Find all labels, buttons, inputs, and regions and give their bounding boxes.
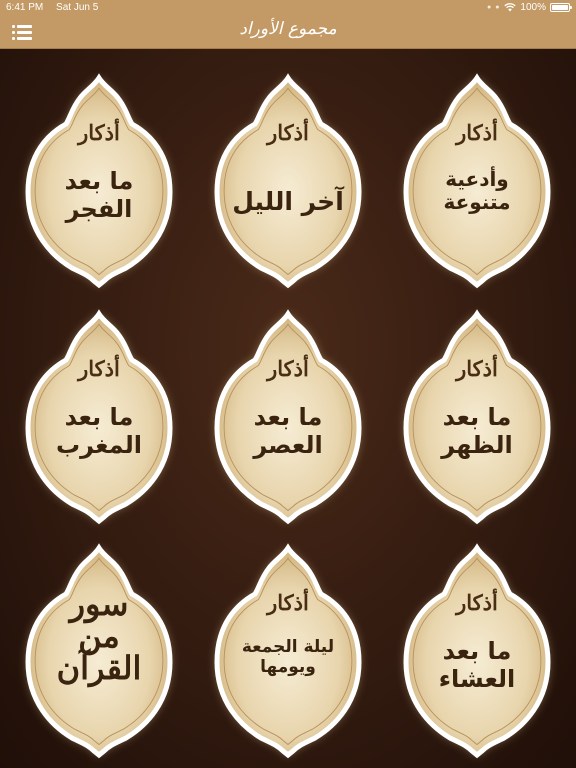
- adhkar-grid: أذكار وأدعية متنوعة أذكار آخر الليل أذكار…: [0, 48, 576, 768]
- card-quran-surahs[interactable]: سور من القرآن: [18, 542, 180, 759]
- signal-dots-icon: ● ●: [487, 4, 501, 11]
- card-header: أذكار: [456, 356, 498, 381]
- card-header: أذكار: [267, 356, 309, 381]
- card-label: ما بعد العصر: [253, 403, 323, 459]
- card-label: وأدعية متنوعة: [443, 167, 511, 214]
- card-label: ما بعد الظهر: [441, 403, 513, 459]
- card-after-asr[interactable]: أذكار ما بعد العصر: [207, 308, 369, 525]
- card-header: أذكار: [267, 590, 309, 615]
- dome-frame-icon: [214, 73, 362, 289]
- card-after-fajr[interactable]: أذكار ما بعد الفجر: [18, 72, 180, 289]
- app-title: مجموع الأوراد: [239, 19, 337, 39]
- status-bar: 6:41 PM Sat Jun 5 ● ● 100%: [0, 0, 576, 16]
- battery-icon: [550, 3, 572, 12]
- battery-percent: 100%: [520, 2, 546, 13]
- card-header: أذكار: [78, 120, 120, 145]
- card-label: سور من القرآن: [56, 585, 142, 687]
- nav-bar: مجموع الأوراد: [0, 16, 576, 49]
- card-after-maghrib[interactable]: أذكار ما بعد المغرب: [18, 308, 180, 525]
- card-label: آخر الليل: [232, 187, 344, 216]
- card-header: أذكار: [456, 590, 498, 615]
- card-end-of-night[interactable]: أذكار آخر الليل: [207, 72, 369, 289]
- card-label: ما بعد العشاء: [438, 637, 516, 693]
- card-after-isha[interactable]: أذكار ما بعد العشاء: [396, 542, 558, 759]
- status-date: Sat Jun 5: [56, 2, 99, 13]
- card-header: أذكار: [78, 356, 120, 381]
- card-header: أذكار: [267, 120, 309, 145]
- card-label: ما بعد الفجر: [64, 167, 134, 223]
- status-time: 6:41 PM: [6, 2, 44, 13]
- card-label: ليلة الجمعة ويومها: [241, 637, 335, 677]
- card-various-supplications[interactable]: أذكار وأدعية متنوعة: [396, 72, 558, 289]
- wifi-icon: [504, 3, 517, 12]
- card-after-dhuhr[interactable]: أذكار ما بعد الظهر: [396, 308, 558, 525]
- card-label: ما بعد المغرب: [56, 403, 142, 459]
- card-header: أذكار: [456, 120, 498, 145]
- card-friday-night[interactable]: أذكار ليلة الجمعة ويومها: [207, 542, 369, 759]
